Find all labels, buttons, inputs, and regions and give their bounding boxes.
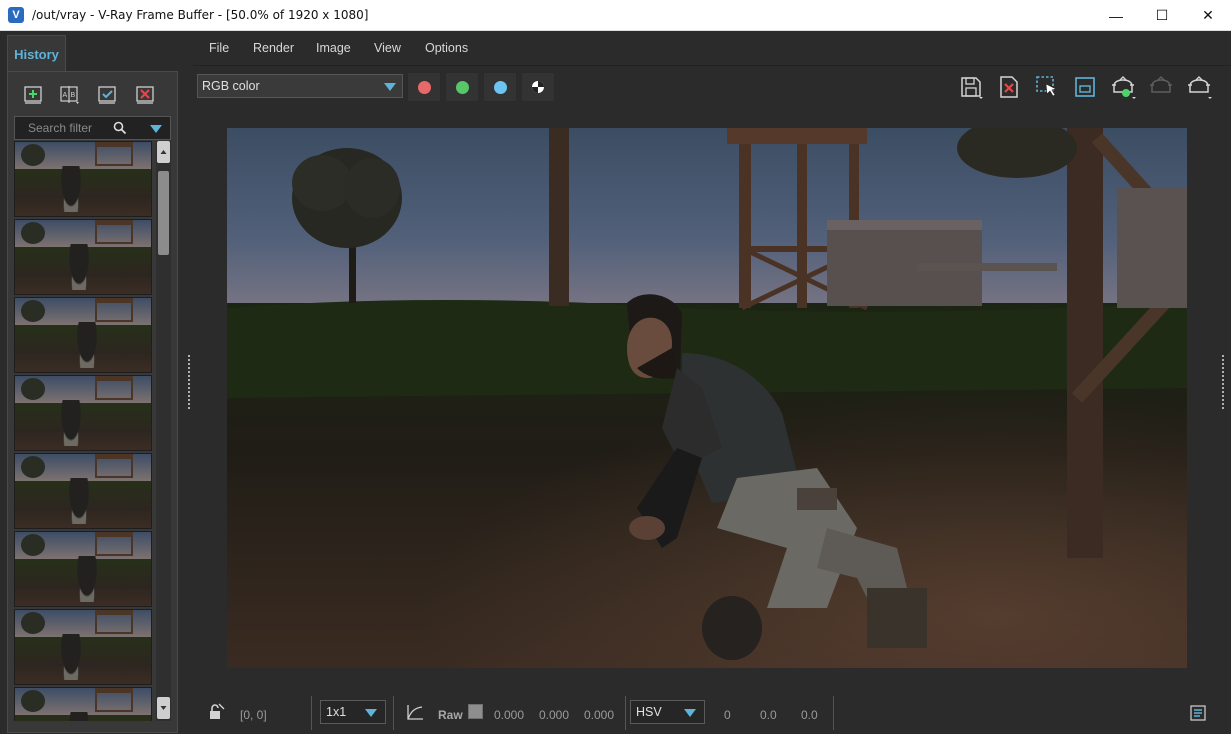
history-scrollbar[interactable] [156, 141, 171, 721]
scroll-down-button[interactable] [157, 697, 170, 719]
scroll-down-icon [160, 706, 167, 710]
history-toolbar: A B [8, 82, 179, 110]
filter-dropdown-icon[interactable] [150, 124, 162, 134]
mono-channel-button[interactable] [521, 72, 555, 102]
tab-history[interactable]: History [7, 35, 66, 72]
hue-value: 0 [724, 708, 731, 722]
raw-checkbox[interactable] [468, 704, 483, 719]
vfb-window: V /out/vray - V-Ray Frame Buffer - [50.0… [0, 0, 1231, 734]
history-thumbnail[interactable] [14, 219, 152, 295]
follow-mouse-icon[interactable] [1072, 74, 1098, 100]
ab-compare-icon[interactable]: A B [59, 85, 81, 105]
status-bar: [0, 0] 1x1 Raw 0.000 0.000 0.000 HSV 0 0… [193, 692, 1231, 734]
history-thumbnail-list [14, 141, 154, 721]
search-input[interactable] [15, 117, 115, 139]
pixel-coordinates: [0, 0] [240, 708, 267, 722]
scroll-thumb[interactable] [158, 171, 169, 255]
value-value: 0.0 [801, 708, 818, 722]
red-dot-icon [417, 80, 431, 94]
status-divider [833, 696, 834, 730]
svg-text:B: B [71, 92, 76, 99]
render-interactive-icon[interactable] [1110, 74, 1136, 100]
add-to-history-icon[interactable] [23, 85, 45, 105]
image-toolbar: RGB color [193, 69, 1231, 105]
red-value: 0.000 [494, 708, 525, 722]
stop-render-icon[interactable] [1148, 74, 1174, 100]
color-mode-value: HSV [636, 705, 662, 719]
search-filter [14, 116, 171, 140]
color-mode-dropdown[interactable]: HSV [630, 700, 705, 724]
sample-size-dropdown[interactable]: 1x1 [320, 700, 386, 724]
window-title: /out/vray - V-Ray Frame Buffer - [50.0% … [32, 8, 369, 22]
color-curve-icon[interactable] [405, 703, 425, 721]
clear-image-icon[interactable] [996, 74, 1022, 100]
channel-value: RGB color [202, 79, 260, 93]
search-icon [113, 121, 127, 135]
green-dot-icon [455, 80, 469, 94]
saturation-value: 0.0 [760, 708, 777, 722]
raw-label: Raw [438, 708, 463, 722]
main-area: File Render Image View Options RGB color [193, 31, 1231, 734]
rendered-image [227, 128, 1187, 668]
history-body: A B [7, 71, 178, 733]
menu-render[interactable]: Render [253, 41, 294, 55]
chevron-down-icon [684, 709, 696, 717]
monochrome-icon [532, 81, 544, 93]
blue-channel-button[interactable] [483, 72, 517, 102]
history-panel: History A B [0, 31, 185, 734]
status-divider [393, 696, 394, 730]
clear-history-icon[interactable] [135, 85, 157, 105]
history-thumbnail[interactable] [14, 141, 152, 217]
chevron-down-icon [384, 83, 396, 91]
green-value: 0.000 [539, 708, 570, 722]
history-thumbnail[interactable] [14, 453, 152, 529]
menu-image[interactable]: Image [316, 41, 351, 55]
vray-logo-icon: V [8, 7, 24, 23]
maximize-button[interactable]: ☐ [1139, 0, 1185, 31]
blue-value: 0.000 [584, 708, 615, 722]
svg-text:A: A [63, 92, 68, 99]
title-bar: V /out/vray - V-Ray Frame Buffer - [50.0… [0, 0, 1231, 31]
history-thumbnail[interactable] [14, 375, 152, 451]
history-thumbnail[interactable] [14, 609, 152, 685]
menu-options[interactable]: Options [425, 41, 468, 55]
pixel-lock-icon[interactable] [207, 703, 225, 721]
render-icon[interactable] [1186, 74, 1212, 100]
red-channel-button[interactable] [407, 72, 441, 102]
load-history-icon[interactable] [97, 85, 119, 105]
status-divider [311, 696, 312, 730]
render-viewport[interactable] [227, 128, 1187, 668]
render-log-icon[interactable] [1190, 705, 1206, 721]
blue-dot-icon [493, 80, 507, 94]
status-divider [625, 696, 626, 730]
close-button[interactable]: ✕ [1185, 0, 1231, 31]
chevron-down-icon [365, 709, 377, 717]
history-thumbnail[interactable] [14, 531, 152, 607]
scroll-up-button[interactable] [157, 141, 170, 163]
history-thumbnail[interactable] [14, 297, 152, 373]
region-render-icon[interactable] [1034, 74, 1060, 100]
menu-bar: File Render Image View Options [193, 31, 1231, 66]
save-image-icon[interactable] [958, 74, 984, 100]
green-channel-button[interactable] [445, 72, 479, 102]
history-thumbnail[interactable] [14, 687, 152, 721]
channel-dropdown[interactable]: RGB color [197, 74, 403, 98]
scroll-up-icon [160, 150, 167, 154]
left-splitter-handle[interactable] [187, 354, 191, 410]
sample-size-value: 1x1 [326, 705, 347, 719]
menu-file[interactable]: File [209, 41, 229, 55]
minimize-button[interactable]: — [1093, 0, 1139, 31]
menu-view[interactable]: View [374, 41, 401, 55]
